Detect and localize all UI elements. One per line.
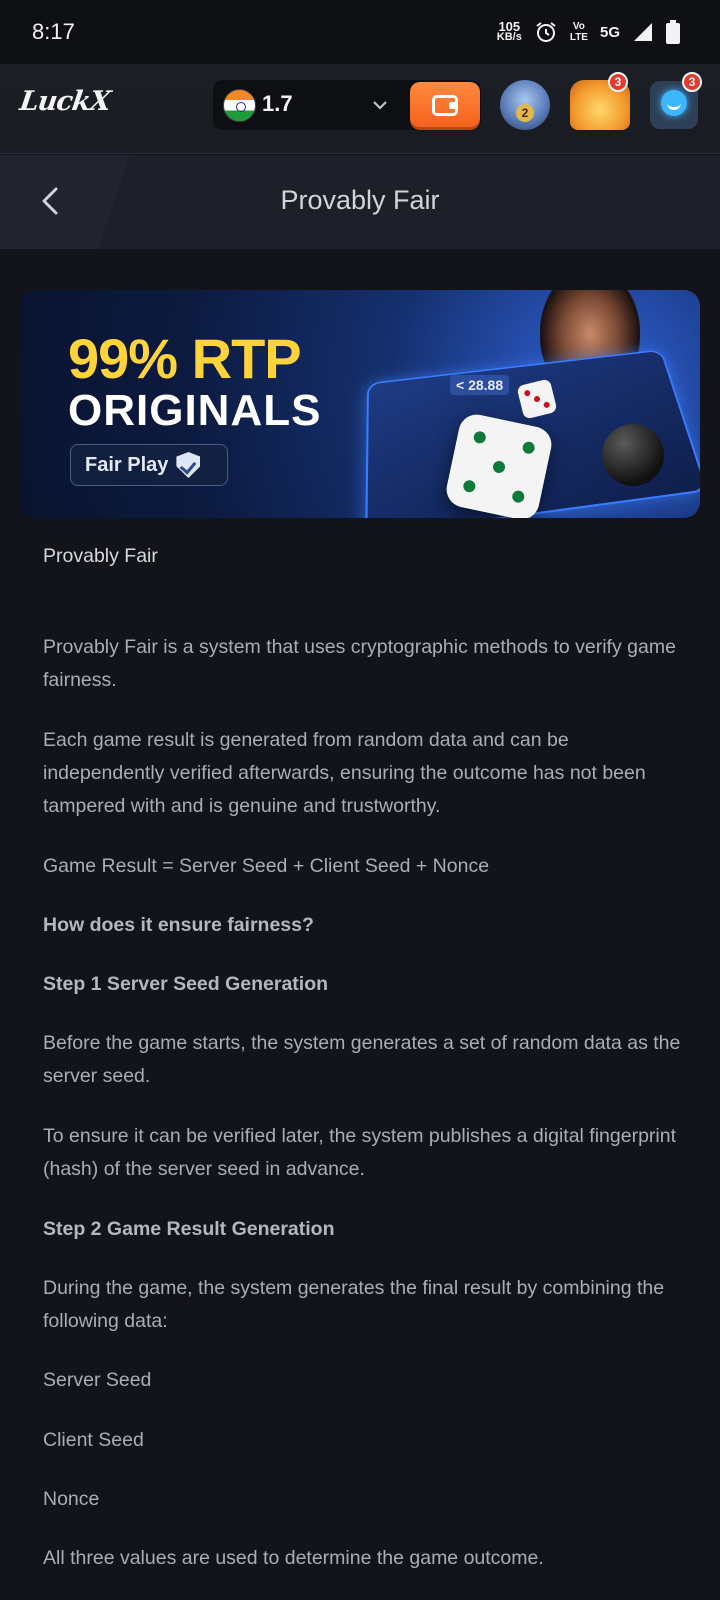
- article-paragraph: Each game result is generated from rando…: [43, 729, 646, 817]
- india-flag-icon: [223, 89, 256, 122]
- vip-level-value: 2: [516, 104, 534, 122]
- support-notification-badge: 3: [682, 72, 702, 92]
- article-paragraph: Provably Fair is a system that uses cryp…: [43, 636, 676, 691]
- balance-amount: 1.7: [262, 91, 293, 116]
- app-logo[interactable]: LuckX: [18, 86, 112, 117]
- article-paragraph: To ensure it can be verified later, the …: [43, 1125, 677, 1180]
- vip-level-button[interactable]: 2: [500, 80, 550, 130]
- list-item: Nonce: [43, 1488, 100, 1510]
- banner-headline: 99% RTP: [68, 327, 302, 390]
- chest-notification-badge: 3: [608, 72, 628, 92]
- formula-text: Game Result = Server Seed + Client Seed …: [43, 855, 490, 877]
- volte-indicator: Vo LTE: [570, 21, 588, 43]
- step-heading: Step 1 Server Seed Generation: [43, 973, 329, 995]
- wallet-button[interactable]: [410, 82, 480, 130]
- net-speed-unit: KB/s: [496, 31, 522, 43]
- net-speed-indicator: 105 KB/s: [496, 20, 522, 43]
- status-time: 8:17: [32, 19, 75, 44]
- promo-banner[interactable]: < 28.88 99% RTP ORIGINALS Fair Play: [20, 290, 700, 518]
- section-heading: How does it ensure fairness?: [43, 914, 314, 936]
- volte-top: Vo: [572, 21, 585, 32]
- volte-bottom: LTE: [569, 32, 588, 43]
- status-bar: 8:17 105 KB/s Vo LTE 5G: [0, 0, 720, 64]
- signal-icon: [634, 23, 652, 41]
- battery-icon: [666, 20, 680, 44]
- article-paragraph: Before the game starts, the system gener…: [43, 1032, 681, 1087]
- chevron-down-icon: [373, 101, 387, 110]
- network-type: 5G: [599, 23, 620, 41]
- step-heading: Step 2 Game Result Generation: [43, 1218, 335, 1240]
- article-paragraph: All three values are used to determine t…: [43, 1547, 544, 1569]
- page-title: Provably Fair: [280, 185, 440, 215]
- wallet-icon: [432, 95, 458, 116]
- banner-subheadline: ORIGINALS: [68, 386, 322, 435]
- list-item: Server Seed: [43, 1369, 152, 1391]
- bomb-icon: [602, 424, 664, 486]
- dice-icon: [443, 411, 555, 518]
- alarm-icon: [536, 22, 556, 42]
- title-bar: Provably Fair: [0, 155, 720, 249]
- article-paragraph: During the game, the system generates th…: [43, 1277, 665, 1332]
- article-intro: Provably Fair: [43, 545, 158, 567]
- tablet-value: < 28.88: [450, 375, 510, 395]
- fair-play-chip: Fair Play: [70, 444, 228, 486]
- fair-play-label: Fair Play: [85, 453, 169, 476]
- list-item: Client Seed: [43, 1429, 144, 1451]
- status-icons: 105 KB/s Vo LTE 5G: [497, 20, 680, 44]
- shield-check-icon: [176, 452, 201, 478]
